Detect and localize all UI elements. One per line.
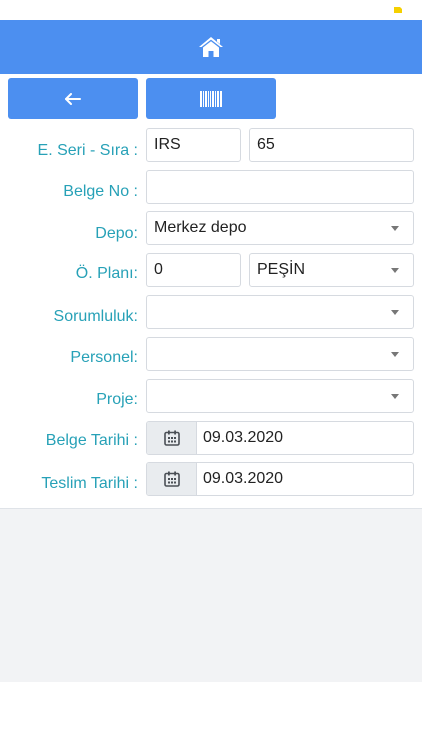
belge-tarihi-field: 09.03.2020	[146, 421, 414, 455]
calendar-icon	[163, 430, 180, 446]
belge-no-label: Belge No :	[63, 183, 138, 200]
barcode-icon	[200, 90, 222, 107]
payment-type-select[interactable]: PEŞİN	[249, 253, 414, 287]
sequence-input[interactable]: 65	[249, 128, 414, 162]
belge-tarihi-label: Belge Tarihi :	[45, 432, 138, 449]
sorumluluk-select[interactable]	[146, 295, 414, 329]
proje-select[interactable]	[146, 379, 414, 413]
depo-select[interactable]: Merkez depo	[146, 211, 414, 245]
seri-sira-label: E. Seri - Sıra :	[37, 142, 138, 159]
proje-label: Proje:	[96, 391, 138, 408]
series-input[interactable]: IRS	[146, 128, 241, 162]
depo-label: Depo:	[95, 225, 138, 242]
barcode-scan-button[interactable]	[146, 78, 276, 119]
arrow-left-icon	[65, 92, 81, 105]
content-background	[0, 509, 422, 682]
odeme-plani-label: Ö. Planı:	[75, 265, 138, 282]
teslim-tarihi-input[interactable]: 09.03.2020	[197, 463, 413, 495]
action-toolbar	[8, 78, 276, 119]
calendar-icon	[163, 471, 180, 487]
personel-select[interactable]	[146, 337, 414, 371]
bottom-area	[0, 682, 422, 750]
teslim-tarihi-calendar-button[interactable]	[147, 463, 197, 495]
back-button[interactable]	[8, 78, 138, 119]
teslim-tarihi-label: Teslim Tarihi :	[41, 475, 138, 492]
belge-tarihi-input[interactable]: 09.03.2020	[197, 422, 413, 454]
sorumluluk-label: Sorumluluk:	[53, 308, 138, 325]
battery-icon	[394, 7, 402, 13]
belge-tarihi-calendar-button[interactable]	[147, 422, 197, 454]
document-form: E. Seri - Sıra : IRS 65 Belge No : Depo:…	[0, 119, 422, 509]
belge-no-input[interactable]	[146, 170, 414, 204]
personel-label: Personel:	[70, 349, 138, 366]
payment-plan-input[interactable]: 0	[146, 253, 241, 287]
teslim-tarihi-field: 09.03.2020	[146, 462, 414, 496]
status-bar	[0, 0, 422, 20]
home-icon[interactable]	[198, 36, 224, 58]
app-header	[0, 20, 422, 74]
